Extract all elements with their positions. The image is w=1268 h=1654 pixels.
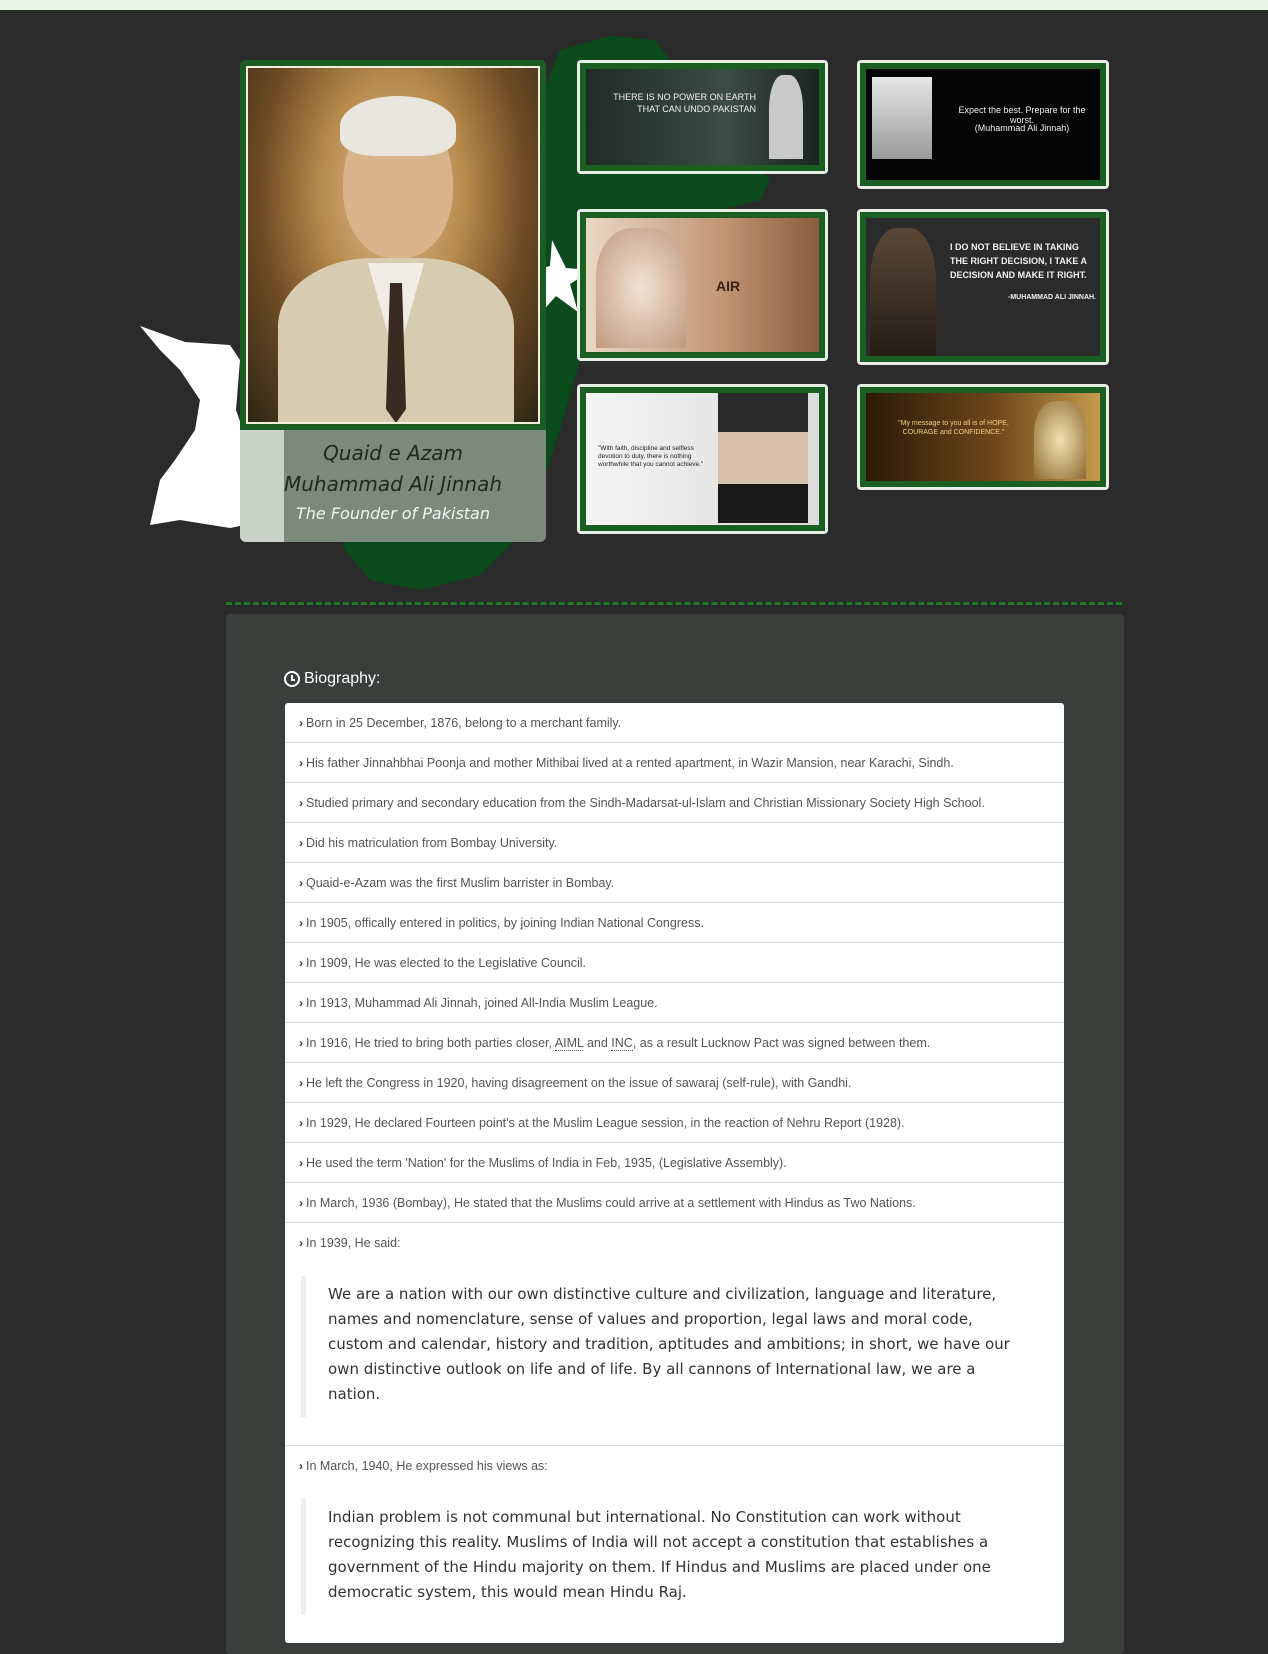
list-item: › Born in 25 December, 1876, belong to a … [285, 703, 1064, 743]
abbr-inc[interactable]: INC [611, 1035, 633, 1051]
thumbnail-6[interactable]: "My message to you all is of HOPE, COURA… [857, 384, 1109, 490]
list-item: › Studied primary and secondary education… [285, 783, 1064, 823]
list-item: › In 1905, offically entered in politics,… [285, 903, 1064, 943]
jinnah-portrait-image [246, 66, 540, 424]
chevron-right-icon: › [299, 1155, 303, 1170]
blockquote-1940: Indian problem is not communal but inter… [301, 1499, 1050, 1615]
thumbnail-attribution: (Muhammad Ali Jinnah) [974, 123, 1070, 133]
list-item-quote-1939: › In 1939, He said: We are a nation with … [285, 1223, 1064, 1446]
chevron-right-icon: › [299, 835, 303, 850]
title-line-2: Muhammad Ali Jinnah [283, 472, 503, 496]
chevron-right-icon: › [299, 1075, 303, 1090]
chevron-right-icon: › [299, 995, 303, 1010]
chevron-right-icon: › [299, 1195, 303, 1210]
list-item: › Did his matriculation from Bombay Unive… [285, 823, 1064, 863]
thumbnail-quote: THERE IS NO POWER ON EARTH THAT CAN UNDO… [613, 92, 756, 114]
thumbnail-2[interactable]: Expect the best. Prepare for the worst. … [857, 60, 1109, 189]
thumbnail-3[interactable]: AIR [577, 209, 828, 361]
thumbnail-5[interactable]: "With faith, discipline and selfless dev… [577, 384, 828, 534]
chevron-right-icon: › [299, 795, 303, 810]
title-line-1: Quaid e Azam [323, 441, 463, 465]
list-item: › Quaid-e-Azam was the first Muslim barri… [285, 863, 1064, 903]
thumbnail-quote: "With faith, discipline and selfless dev… [598, 445, 704, 468]
chevron-right-icon: › [299, 875, 303, 890]
list-item: › He used the term 'Nation' for the Musli… [285, 1143, 1064, 1183]
blockquote-1939: We are a nation with our own distinctive… [301, 1276, 1050, 1417]
clock-icon [284, 671, 300, 687]
chevron-right-icon: › [299, 755, 303, 770]
list-item: › His father Jinnahbhai Poonja and mother… [285, 743, 1064, 783]
section-divider [226, 602, 1122, 605]
thumbnail-attribution: -MUHAMMAD ALI JINNAH. [1007, 294, 1096, 301]
list-item: › In 1909, He was elected to the Legislat… [285, 943, 1064, 983]
chevron-right-icon: › [299, 1115, 303, 1130]
chevron-right-icon: › [299, 955, 303, 970]
chevron-right-icon: › [299, 1236, 303, 1250]
chevron-right-icon: › [299, 1035, 303, 1050]
list-item: › In 1929, He declared Fourteen point's a… [285, 1103, 1064, 1143]
list-item-quote-1940: › In March, 1940, He expressed his views … [285, 1446, 1064, 1615]
thumbnail-quote: "My message to you all is of HOPE, COURA… [898, 420, 1009, 436]
thumbnail-quote: Expect the best. Prepare for the worst. [958, 105, 1086, 125]
portrait-card: Quaid e Azam Muhammad Ali Jinnah The Fou… [240, 60, 546, 542]
list-item: › In March, 1936 (Bombay), He stated that… [285, 1183, 1064, 1223]
biography-list: › Born in 25 December, 1876, belong to a … [285, 703, 1064, 1643]
biography-title: Biography: [304, 670, 381, 687]
biography-heading: Biography: [284, 670, 381, 688]
list-item: › In 1913, Muhammad Ali Jinnah, joined Al… [285, 983, 1064, 1023]
thumbnail-4[interactable]: I DO NOT BELIEVE IN TAKING THE RIGHT DEC… [857, 209, 1109, 365]
portrait-caption: Quaid e Azam Muhammad Ali Jinnah The Fou… [240, 438, 546, 523]
thumbnail-quote: AIR [716, 278, 741, 294]
thumbnail-quote: I DO NOT BELIEVE IN TAKING THE RIGHT DEC… [950, 242, 1087, 280]
chevron-right-icon: › [299, 715, 303, 730]
portrait-frame [240, 60, 546, 430]
abbr-aiml[interactable]: AIML [554, 1035, 584, 1051]
subtitle: The Founder of Pakistan [295, 504, 490, 523]
list-item: › He left the Congress in 1920, having di… [285, 1063, 1064, 1103]
thumbnail-1[interactable]: THERE IS NO POWER ON EARTH THAT CAN UNDO… [577, 60, 828, 174]
chevron-right-icon: › [299, 1459, 303, 1473]
list-item: › In 1916, He tried to bring both partie… [285, 1023, 1064, 1063]
chevron-right-icon: › [299, 915, 303, 930]
